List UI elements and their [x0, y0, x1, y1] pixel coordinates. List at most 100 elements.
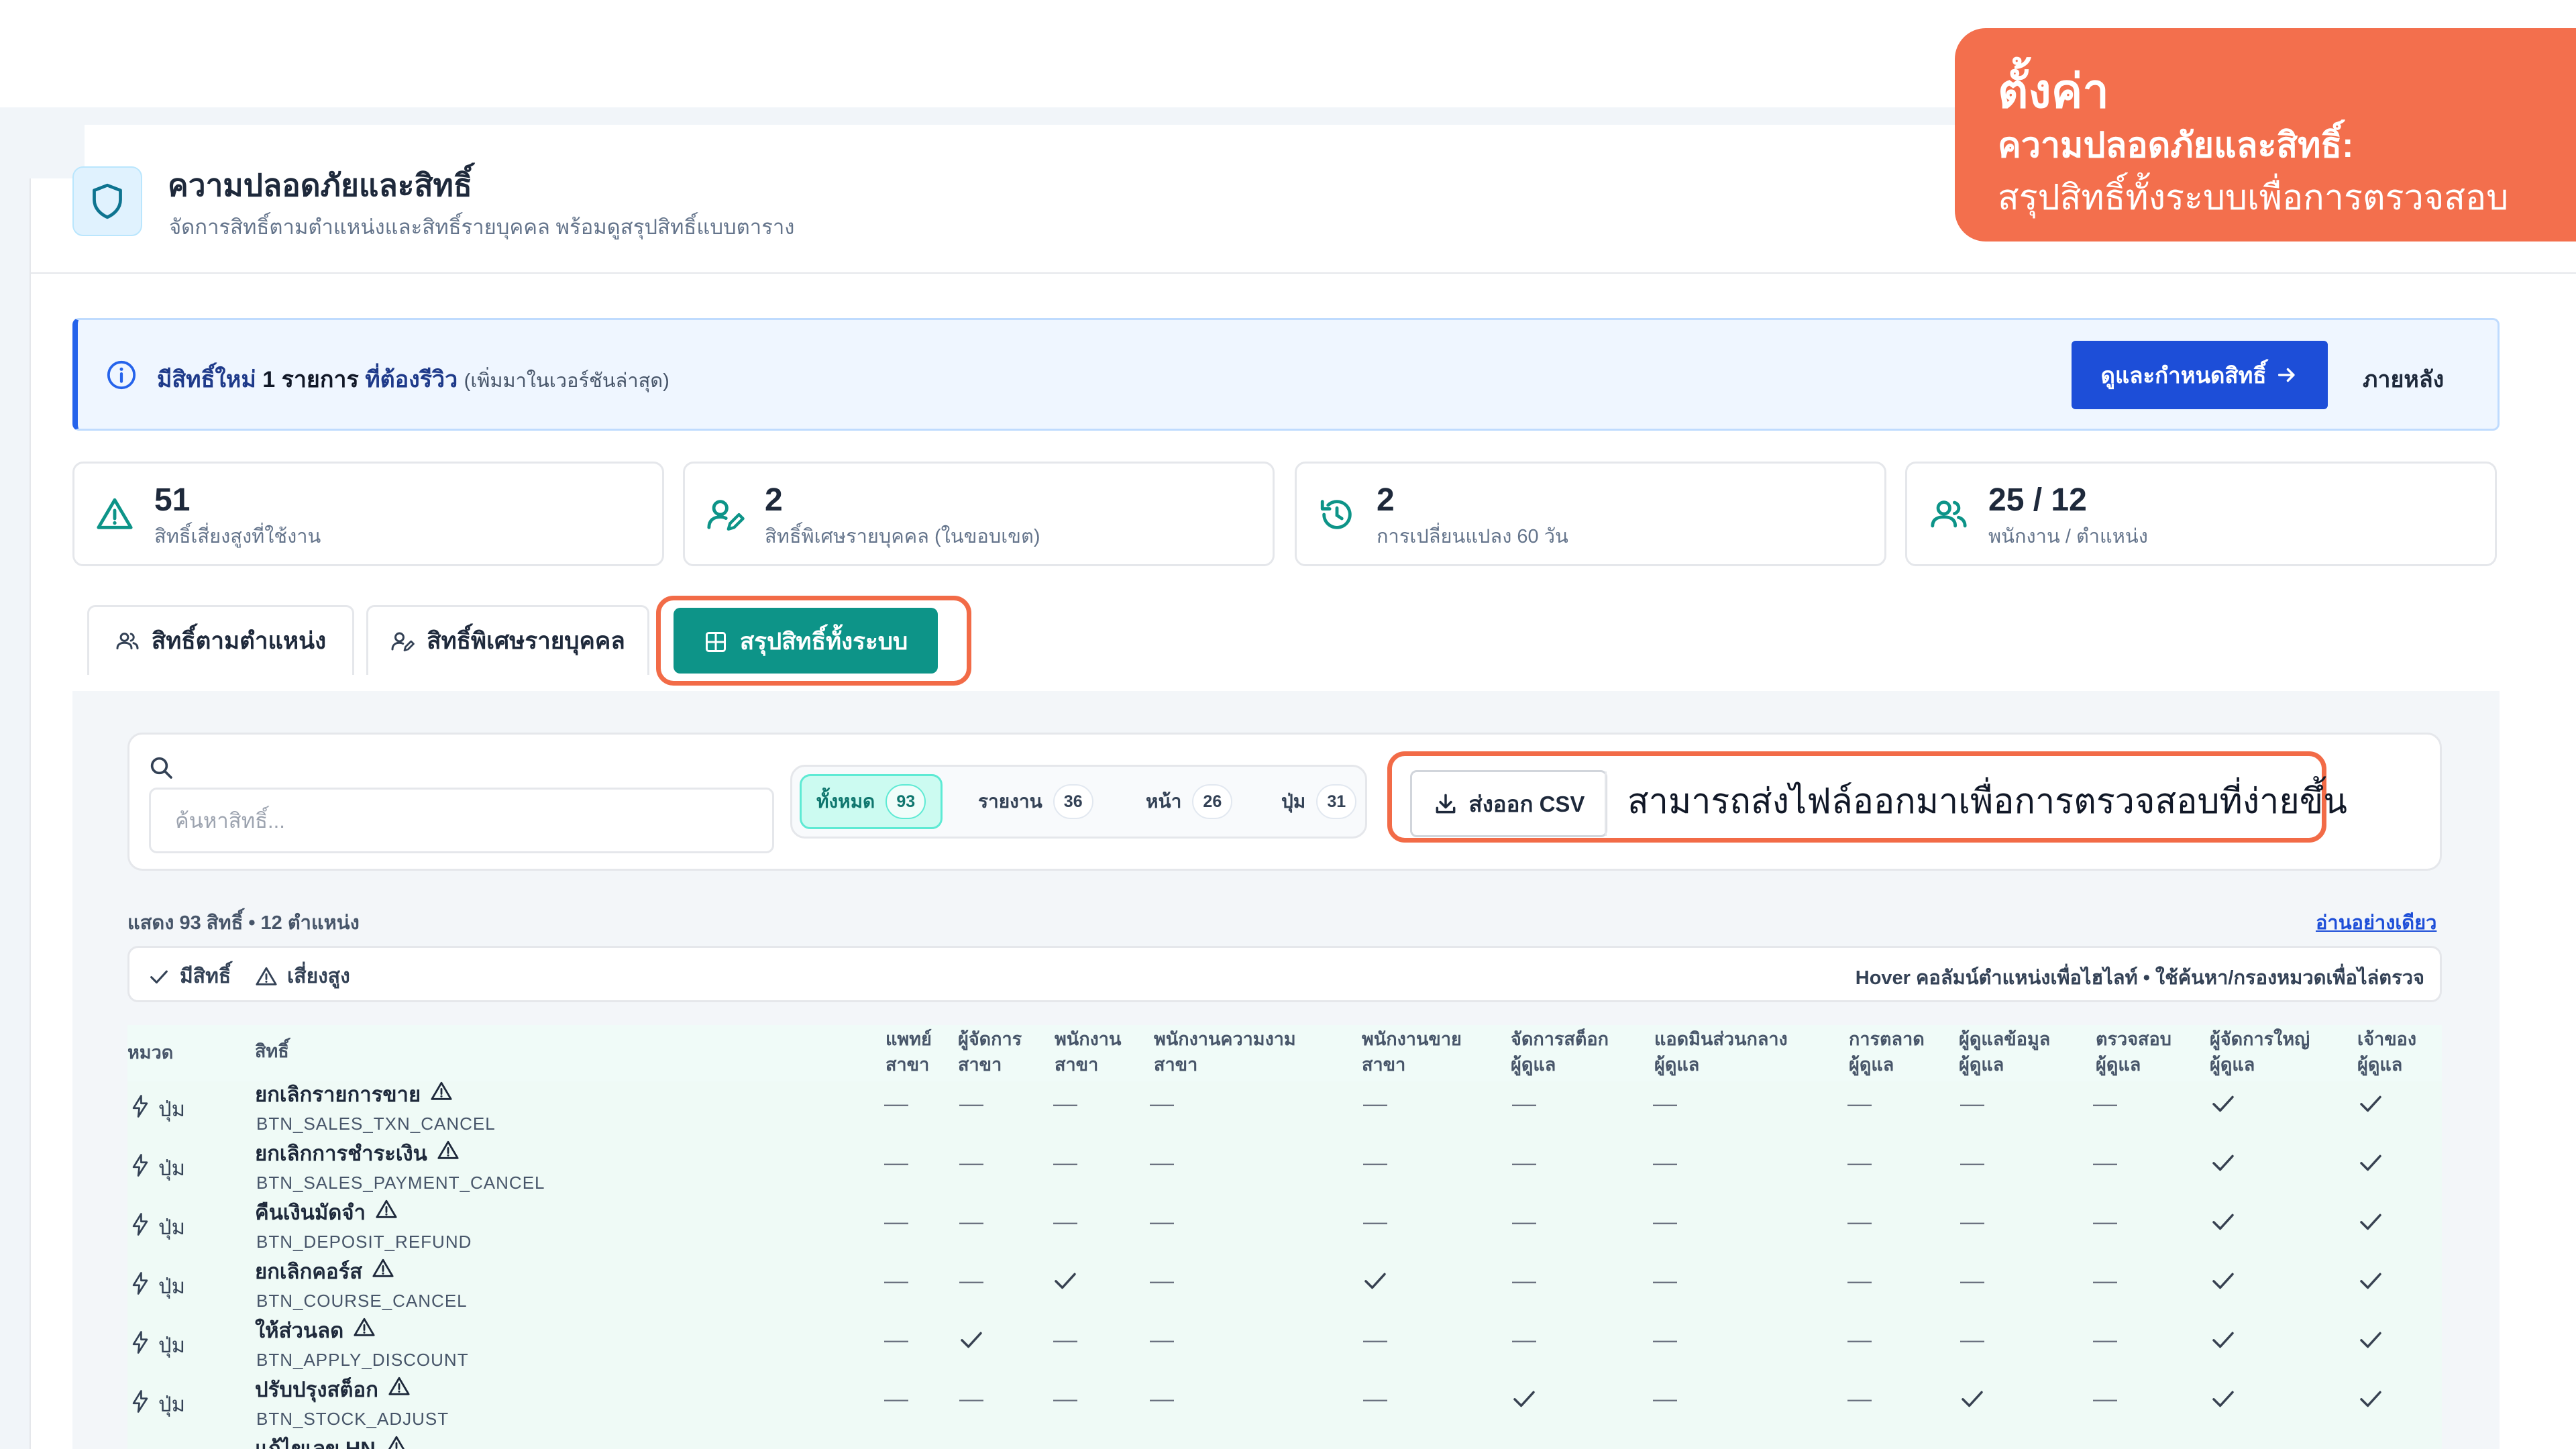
- tab-individual-permissions[interactable]: สิทธิ์พิเศษรายบุคคล: [366, 605, 649, 675]
- filter-label: หน้า: [1146, 791, 1182, 812]
- no-permission-dash: —: [1053, 1326, 1077, 1353]
- role-name: พนักงานขาย: [1362, 1029, 1462, 1049]
- warning-icon: [430, 1080, 453, 1108]
- permission-name: ให้ส่วนลด: [255, 1313, 376, 1347]
- warning-icon: [437, 1139, 460, 1167]
- no-permission-dash: —: [1150, 1385, 1174, 1412]
- no-permission-dash: —: [1053, 1148, 1077, 1176]
- filter-count: 93: [885, 784, 926, 819]
- col-role[interactable]: เจ้าของ ผู้ดูแล: [2357, 1026, 2416, 1077]
- permission-code: BTN_DEPOSIT_REFUND: [256, 1232, 472, 1252]
- bolt-icon: [130, 1331, 150, 1359]
- no-permission-dash: —: [1512, 1326, 1536, 1353]
- no-permission-dash: —: [959, 1208, 983, 1235]
- col-role[interactable]: การตลาด ผู้ดูแล: [1849, 1026, 1925, 1077]
- no-permission-dash: —: [1150, 1208, 1174, 1235]
- no-permission-dash: —: [959, 1148, 983, 1176]
- check-icon: [2203, 1089, 2243, 1118]
- stat-label: สิทธิ์เสี่ยงสูงที่ใช้งาน: [154, 526, 321, 547]
- check-icon: [1504, 1385, 1544, 1413]
- row-category: ปุ่ม: [130, 1092, 185, 1126]
- check-icon: [2351, 1148, 2391, 1177]
- role-name: ตรวจสอบ: [2096, 1029, 2171, 1049]
- tab-role-permissions[interactable]: สิทธิ์ตามตำแหน่ง: [87, 605, 354, 675]
- role-scope: ผู้ดูแล: [1849, 1055, 1894, 1075]
- permission-label: คืนเงินมัดจำ: [255, 1201, 366, 1224]
- filter-all[interactable]: ทั้งหมด 93: [800, 774, 943, 829]
- role-name: แอดมินส่วนกลาง: [1654, 1029, 1788, 1049]
- check-icon: [150, 970, 168, 983]
- history-icon: [1318, 495, 1356, 534]
- notice-prefix: มีสิทธิ์ใหม่: [157, 367, 256, 392]
- col-role[interactable]: พนักงาน สาขา: [1055, 1026, 1121, 1077]
- permission-code: BTN_STOCK_ADJUST: [256, 1409, 449, 1429]
- no-permission-dash: —: [1150, 1089, 1174, 1117]
- no-permission-dash: —: [884, 1148, 908, 1176]
- user-edit-icon: [391, 632, 415, 651]
- permission-name: ยกเลิกการชำระเงิน: [255, 1136, 460, 1170]
- check-icon: [2203, 1208, 2243, 1236]
- role-name: ผู้จัดการใหญ่: [2210, 1029, 2310, 1049]
- filter-count: 26: [1192, 784, 1233, 819]
- category-label: ปุ่ม: [158, 1275, 186, 1298]
- filter-button[interactable]: ปุ่ม 31: [1267, 774, 1371, 829]
- no-permission-dash: —: [2093, 1326, 2117, 1353]
- filter-report[interactable]: รายงาน 36: [963, 774, 1108, 829]
- no-permission-dash: —: [1053, 1208, 1077, 1235]
- role-name: จัดการสต็อก: [1511, 1029, 1609, 1049]
- highlight-callout-tab: [656, 596, 971, 686]
- col-role[interactable]: ผู้ดูแลข้อมูล ผู้ดูแล: [1959, 1026, 2050, 1077]
- no-permission-dash: —: [1847, 1208, 1872, 1235]
- bolt-icon: [130, 1390, 150, 1418]
- no-permission-dash: —: [959, 1385, 983, 1412]
- search-input[interactable]: ค้นหาสิทธิ์...: [149, 788, 774, 853]
- info-icon: [106, 360, 137, 390]
- export-label: ส่งออก CSV: [1468, 791, 1585, 816]
- col-role[interactable]: แอดมินส่วนกลาง ผู้ดูแล: [1654, 1026, 1788, 1077]
- no-permission-dash: —: [2093, 1148, 2117, 1176]
- no-permission-dash: —: [1847, 1267, 1872, 1294]
- role-scope: ผู้ดูแล: [2096, 1055, 2141, 1075]
- user-edit-icon: [706, 495, 745, 534]
- col-role[interactable]: ผู้จัดการสาขา: [958, 1026, 1022, 1077]
- view-permissions-button[interactable]: ดูและกำหนดสิทธิ์: [2072, 341, 2328, 409]
- check-icon: [2203, 1267, 2243, 1295]
- col-role[interactable]: ตรวจสอบผู้ดูแล: [2096, 1026, 2171, 1077]
- legend-has-permission: มีสิทธิ์: [148, 961, 231, 992]
- col-role[interactable]: จัดการสต็อก ผู้ดูแล: [1511, 1026, 1609, 1077]
- no-permission-dash: —: [2093, 1208, 2117, 1235]
- col-role[interactable]: ผู้จัดการใหญ่ ผู้ดูแล: [2210, 1026, 2310, 1077]
- later-button[interactable]: ภายหลัง: [2363, 361, 2444, 397]
- stat-value: 2: [765, 482, 783, 518]
- role-scope: สาขา: [1055, 1055, 1099, 1075]
- col-role[interactable]: พนักงานขาย สาขา: [1362, 1026, 1462, 1077]
- banner-subtitle: ความปลอดภัยและสิทธิ์:: [1998, 126, 2354, 165]
- callout-divider: [1605, 771, 1607, 836]
- filter-label: ปุ่ม: [1281, 791, 1306, 812]
- download-icon: [1436, 794, 1455, 814]
- stat-value: 51: [154, 482, 191, 518]
- col-permission: สิทธิ์: [255, 1041, 289, 1061]
- export-csv-button[interactable]: ส่งออก CSV: [1410, 770, 1607, 837]
- legend-label: เสี่ยงสูง: [287, 965, 350, 987]
- role-name: ผู้จัดการ: [958, 1029, 1022, 1049]
- category-label: ปุ่ม: [158, 1393, 186, 1416]
- row-category: ปุ่ม: [130, 1269, 185, 1303]
- check-icon: [2351, 1267, 2391, 1295]
- col-role[interactable]: แพทย์ สาขา: [885, 1026, 932, 1077]
- no-permission-dash: —: [1653, 1148, 1677, 1176]
- tab-label: สิทธิ์ตามตำแหน่ง: [151, 628, 327, 654]
- permission-label: ยกเลิกคอร์ส: [255, 1260, 363, 1283]
- export-callout-text: สามารถส่งไฟล์ออกมาเพื่อการตรวจสอบที่ง่าย…: [1627, 782, 2347, 821]
- no-permission-dash: —: [1512, 1267, 1536, 1294]
- no-permission-dash: —: [884, 1089, 908, 1117]
- filter-page[interactable]: หน้า 26: [1131, 774, 1247, 829]
- no-permission-dash: —: [2093, 1385, 2117, 1412]
- no-permission-dash: —: [1363, 1208, 1387, 1235]
- col-role[interactable]: พนักงานความงาม สาขา: [1154, 1026, 1296, 1077]
- no-permission-dash: —: [884, 1326, 908, 1353]
- no-permission-dash: —: [1847, 1326, 1872, 1353]
- check-icon: [951, 1326, 991, 1354]
- role-scope: สาขา: [958, 1055, 1002, 1075]
- result-summary: แสดง 93 สิทธิ์ • 12 ตำแหน่ง: [127, 912, 360, 934]
